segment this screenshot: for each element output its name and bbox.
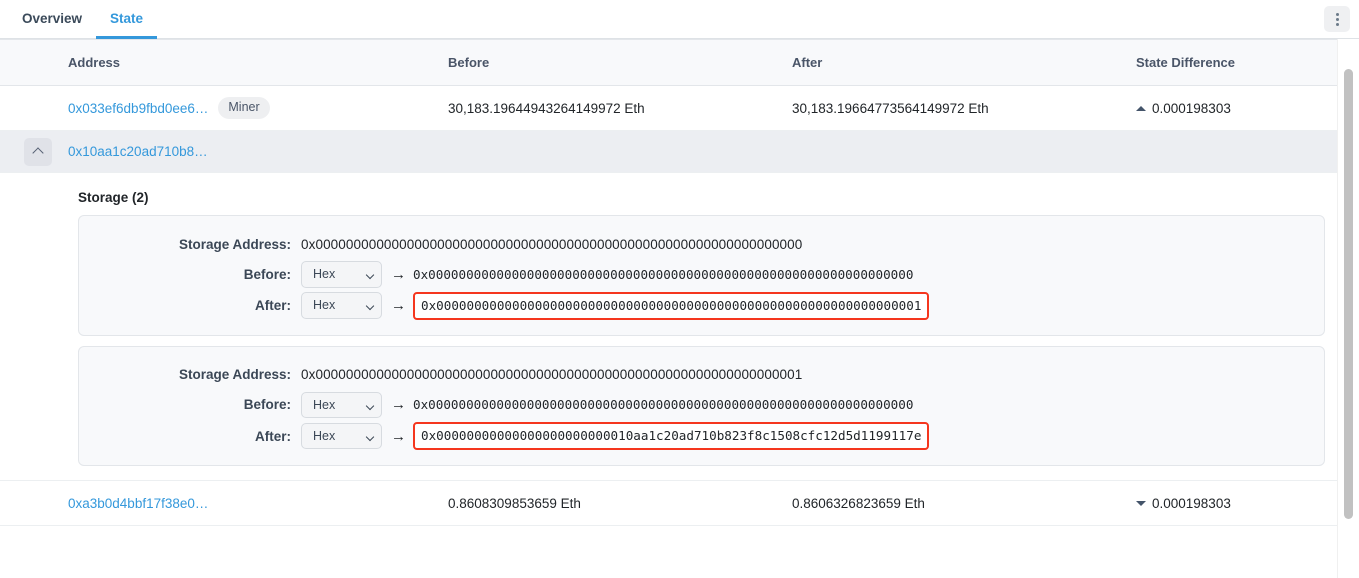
tab-state[interactable]: State (96, 11, 158, 39)
arrow-up-icon (1136, 105, 1146, 111)
state-table: Address Before After State Difference 0x… (0, 39, 1337, 526)
status-badge: Miner (218, 97, 270, 119)
storage-before-row: Before: HexNumberTextAddress → 0x0000000… (79, 261, 1310, 288)
kebab-menu-icon[interactable] (1324, 6, 1350, 32)
storage-before-row: Before: HexNumberTextAddress → 0x0000000… (79, 391, 1310, 418)
scrollbar-thumb[interactable] (1344, 69, 1353, 519)
before-format-select-wrap: HexNumberTextAddress (301, 261, 382, 288)
before-value: 0x00000000000000000000000000000000000000… (413, 266, 914, 282)
column-header-address: Address (68, 39, 448, 86)
arrow-down-icon (1136, 500, 1146, 506)
storage-after-row: After: HexNumberTextAddress → 0x00000000… (79, 422, 1310, 450)
storage-address-row: Storage Address: 0x000000000000000000000… (79, 362, 1310, 388)
column-header-gutter (0, 39, 68, 86)
tab-overview[interactable]: Overview (8, 11, 96, 40)
storage-entry-card: Storage Address: 0x000000000000000000000… (78, 345, 1325, 466)
after-format-select-wrap: HexNumberTextAddress (301, 292, 382, 319)
difference-value: 0.000198303 (1152, 100, 1231, 116)
tab-bar: Overview State (0, 0, 1359, 39)
before-format-select[interactable]: HexNumberTextAddress (301, 261, 382, 288)
column-header-state-difference: State Difference (1136, 39, 1337, 86)
cell-state-difference: 0.000198303 (1136, 480, 1337, 526)
cell-state-difference: 0.000198303 (1136, 85, 1337, 131)
after-format-select[interactable]: HexNumberTextAddress (301, 292, 382, 319)
before-label: Before: (243, 397, 291, 413)
storage-address-label: Storage Address: (178, 367, 291, 382)
table-body: 0x033ef6db9fbd0ee6… Miner 30,183.1964494… (0, 85, 1337, 526)
storage-address-value: 0x00000000000000000000000000000000000000… (301, 367, 803, 382)
storage-address-value: 0x00000000000000000000000000000000000000… (301, 236, 803, 252)
table-row[interactable]: 0x033ef6db9fbd0ee6… Miner 30,183.1964494… (0, 85, 1337, 131)
address-link[interactable]: 0x10aa1c20ad710b8… (68, 144, 208, 159)
column-header-after: After (792, 39, 1136, 86)
row-gutter (0, 480, 68, 526)
cell-before: 0.8608309853659 Eth (448, 480, 792, 526)
kebab-dot (1335, 22, 1339, 26)
kebab-dot (1335, 12, 1339, 16)
storage-address-label: Storage Address: (178, 236, 291, 252)
before-label: Before: (243, 266, 291, 282)
arrow-right-icon: → (391, 427, 406, 445)
collapse-row-button[interactable] (24, 137, 52, 166)
address-link[interactable]: 0x033ef6db9fbd0ee6… (68, 101, 208, 116)
cell-address: 0x10aa1c20ad710b8… (68, 130, 448, 173)
after-label: After: (255, 428, 291, 444)
state-table-container: Address Before After State Difference 0x… (0, 39, 1359, 578)
after-format-select-wrap: HexNumberTextAddress (301, 422, 382, 450)
table-row[interactable]: 0xa3b0d4bbf17f38e0… 0.8608309853659 Eth … (0, 480, 1337, 526)
column-header-before: Before (448, 39, 792, 86)
table-header: Address Before After State Difference (0, 39, 1337, 86)
address-link[interactable]: 0xa3b0d4bbf17f38e0… (68, 496, 208, 511)
vertical-scrollbar[interactable] (1337, 39, 1359, 578)
after-format-select[interactable]: HexNumberTextAddress (301, 422, 382, 450)
cell-before (448, 130, 792, 173)
table-row-expanded[interactable]: 0x10aa1c20ad710b8… (0, 130, 1337, 173)
after-value-highlighted: 0x00000000000000000000000010aa1c20ad710b… (413, 422, 930, 450)
storage-after-row: After: HexNumberTextAddress → 0x00000000… (79, 291, 1310, 320)
storage-entry-card: Storage Address: 0x000000000000000000000… (78, 215, 1325, 336)
cell-address: 0x033ef6db9fbd0ee6… Miner (68, 85, 448, 131)
cell-state-difference (1136, 130, 1337, 173)
after-label: After: (255, 298, 291, 313)
storage-address-row: Storage Address: 0x000000000000000000000… (79, 231, 1310, 257)
arrow-right-icon: → (391, 396, 406, 414)
table-row-detail: Storage (2) Storage Address: 0x000000000… (0, 172, 1337, 481)
arrow-right-icon: → (391, 297, 406, 314)
after-value-highlighted: 0x00000000000000000000000000000000000000… (413, 291, 930, 320)
cell-address: 0xa3b0d4bbf17f38e0… (68, 480, 448, 526)
storage-detail-cell: Storage (2) Storage Address: 0x000000000… (0, 172, 1337, 481)
before-value: 0x00000000000000000000000000000000000000… (413, 397, 914, 413)
arrow-right-icon: → (391, 265, 406, 283)
cell-before: 30,183.19644943264149972 Eth (448, 85, 792, 131)
kebab-dot (1335, 17, 1339, 21)
before-format-select[interactable]: HexNumberTextAddress (301, 391, 382, 418)
before-format-select-wrap: HexNumberTextAddress (301, 391, 382, 418)
row-gutter-expand (0, 130, 68, 173)
difference-value: 0.000198303 (1152, 495, 1231, 511)
cell-after: 30,183.19664773564149972 Eth (792, 85, 1136, 131)
row-gutter (0, 85, 68, 131)
table-header-row: Address Before After State Difference (0, 39, 1337, 86)
storage-section-title: Storage (2) (78, 190, 149, 205)
cell-after: 0.8606326823659 Eth (792, 480, 1136, 526)
cell-after (792, 130, 1136, 173)
chevron-up-icon (32, 147, 44, 159)
